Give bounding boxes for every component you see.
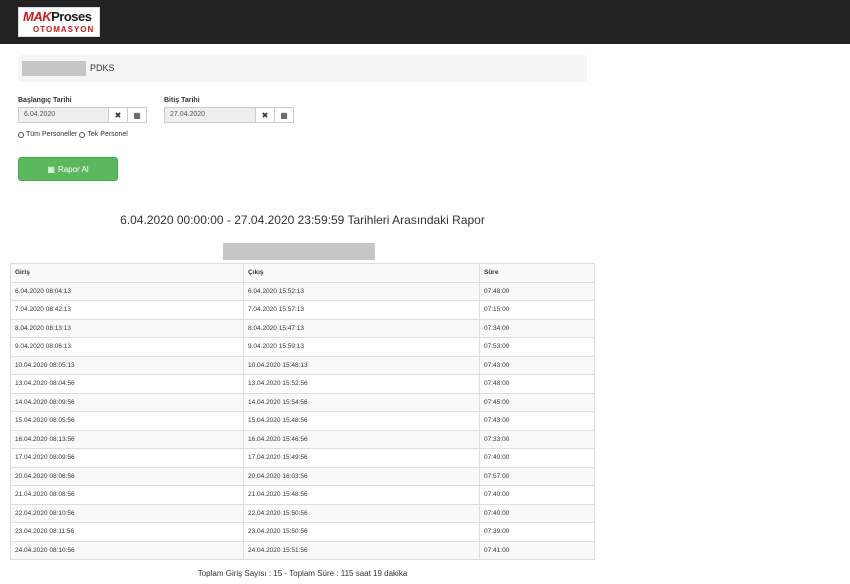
calendar-icon: ▦ (280, 110, 288, 120)
top-navbar: MAKProses OTOMASYON (0, 0, 850, 44)
table-row: 6.04.2020 08:04:13 6.04.2020 15:52:13 07:4… (10, 281, 595, 301)
table-row: 8.04.2020 08:13:13 8.04.2020 15:47:13 07:3… (10, 318, 595, 338)
redacted-breadcrumb-item (22, 61, 86, 76)
entry-cell: 13.04.2020 08:04:56 (10, 374, 244, 394)
duration-cell: 07:40:00 (479, 485, 595, 505)
entry-cell: 16.04.2020 08:13:56 (10, 429, 244, 449)
table-row: 22.04.2020 08:10:56 22.04.2020 15:50:56 07… (10, 503, 595, 523)
exit-cell: 16.04.2020 15:46:56 (243, 429, 480, 449)
breadcrumb-current: PDKS (90, 63, 115, 73)
duration-cell: 07:48:00 (479, 281, 595, 301)
duration-cell: 07:41:00 (479, 540, 595, 560)
start-date-group: 6.04.2020 ✖ ▦ (18, 107, 147, 123)
personnel-filter: Tüm Personeller Tek Personel (18, 131, 128, 138)
company-logo[interactable]: MAKProses OTOMASYON (18, 7, 100, 37)
duration-cell: 07:53:00 (479, 337, 595, 357)
end-date-group: 27.04.2020 ✖ ▦ (164, 107, 294, 123)
table-row: 24.04.2020 08:10:56 24.04.2020 15:51:56 07… (10, 540, 595, 560)
close-icon: ✖ (114, 110, 122, 120)
entry-cell: 21.04.2020 08:08:56 (10, 485, 244, 505)
duration-cell: 07:57:00 (479, 466, 595, 486)
exit-cell: 6.04.2020 15:52:13 (243, 281, 480, 301)
duration-cell: 07:15:00 (479, 300, 595, 320)
duration-cell: 07:34:00 (479, 318, 595, 338)
end-date-input[interactable]: 27.04.2020 (164, 107, 256, 123)
start-date-input[interactable]: 6.04.2020 (18, 107, 109, 123)
exit-cell: 8.04.2020 15:47:13 (243, 318, 480, 338)
table-row: 21.04.2020 08:08:56 21.04.2020 15:48:56 07… (10, 485, 595, 505)
end-date-calendar-button[interactable]: ▦ (275, 107, 294, 123)
duration-cell: 07:40:00 (479, 448, 595, 468)
logo-wordmark: MAKProses (23, 9, 92, 24)
duration-cell: 07:48:00 (479, 374, 595, 394)
table-row: 14.04.2020 08:09:56 14.04.2020 15:54:56 07… (10, 392, 595, 412)
entry-cell: 22.04.2020 08:10:56 (10, 503, 244, 523)
table-row: 16.04.2020 08:13:56 16.04.2020 15:46:56 07… (10, 429, 595, 449)
end-date-label: Bitiş Tarihi (164, 97, 200, 104)
get-report-button[interactable]: ▦ Rapor Al (18, 157, 118, 181)
exit-cell: 7.04.2020 15:57:13 (243, 300, 480, 320)
single-personnel-radio[interactable] (79, 131, 86, 138)
logo-subtitle: OTOMASYON (33, 25, 95, 34)
exit-cell: 10.04.2020 15:48:13 (243, 355, 480, 375)
column-header-entry: Giriş (10, 263, 244, 283)
entry-cell: 6.04.2020 08:04:13 (10, 281, 244, 301)
entry-cell: 10.04.2020 08:05:13 (10, 355, 244, 375)
start-date-calendar-button[interactable]: ▦ (128, 107, 147, 123)
logo-mak-text: MAK (23, 9, 52, 24)
exit-cell: 14.04.2020 15:54:56 (243, 392, 480, 412)
table-row: 23.04.2020 08:11:56 23.04.2020 15:50:56 07… (10, 522, 595, 542)
get-report-label: Rapor Al (57, 164, 89, 174)
table-row: 7.04.2020 08:42:13 7.04.2020 15:57:13 07:1… (10, 300, 595, 320)
all-personnel-label: Tüm Personeller (26, 131, 78, 138)
exit-cell: 22.04.2020 15:50:56 (243, 503, 480, 523)
report-summary: Toplam Giriş Sayısı : 15 - Toplam Süre :… (197, 569, 408, 578)
calendar-icon: ▦ (133, 110, 141, 120)
entry-cell: 15.04.2020 08:05:56 (10, 411, 244, 431)
exit-cell: 24.04.2020 15:51:56 (243, 540, 480, 560)
exit-cell: 9.04.2020 15:59:13 (243, 337, 480, 357)
table-row: 10.04.2020 08:05:13 10.04.2020 15:48:13 07… (10, 355, 595, 375)
exit-cell: 23.04.2020 15:50:56 (243, 522, 480, 542)
exit-cell: 17.04.2020 15:49:56 (243, 448, 480, 468)
exit-cell: 21.04.2020 15:48:56 (243, 485, 480, 505)
table-row: 13.04.2020 08:04:56 13.04.2020 15:52:56 07… (10, 374, 595, 394)
exit-cell: 15.04.2020 15:48:56 (243, 411, 480, 431)
duration-cell: 07:33:00 (479, 429, 595, 449)
duration-cell: 07:43:00 (479, 355, 595, 375)
table-icon: ▦ (47, 164, 55, 174)
column-header-duration: Süre (479, 263, 595, 283)
table-row: 20.04.2020 08:06:56 20.04.2020 16:03:56 07… (10, 466, 595, 486)
exit-cell: 13.04.2020 15:52:56 (243, 374, 480, 394)
redacted-personnel-name (223, 243, 375, 260)
single-personnel-label: Tek Personel (87, 131, 128, 138)
all-personnel-radio[interactable] (18, 131, 24, 138)
entry-cell: 7.04.2020 08:42:13 (10, 300, 244, 320)
entry-cell: 20.04.2020 08:06:56 (10, 466, 244, 486)
duration-cell: 07:45:00 (479, 392, 595, 412)
table-row: 15.04.2020 08:05:56 15.04.2020 15:48:56 07… (10, 411, 595, 431)
table-row: 9.04.2020 08:06:13 9.04.2020 15:59:13 07:5… (10, 337, 595, 357)
entry-cell: 14.04.2020 08:09:56 (10, 392, 244, 412)
exit-cell: 20.04.2020 16:03:56 (243, 466, 480, 486)
breadcrumb: PDKS (18, 55, 587, 82)
start-date-clear-button[interactable]: ✖ (109, 107, 128, 123)
entry-cell: 9.04.2020 08:06:13 (10, 337, 244, 357)
attendance-table: Giriş Çıkış Süre 6.04.2020 08:04:13 6.04.… (10, 263, 595, 560)
duration-cell: 07:39:00 (479, 522, 595, 542)
duration-cell: 07:43:00 (479, 411, 595, 431)
table-header-row: Giriş Çıkış Süre (10, 263, 595, 283)
logo-proses-text: Proses (51, 9, 92, 24)
entry-cell: 23.04.2020 08:11:56 (10, 522, 244, 542)
duration-cell: 07:40:00 (479, 503, 595, 523)
entry-cell: 17.04.2020 08:09:56 (10, 448, 244, 468)
start-date-label: Başlangıç Tarihi (18, 97, 72, 104)
table-row: 17.04.2020 08:09:56 17.04.2020 15:49:56 07… (10, 448, 595, 468)
report-title: 6.04.2020 00:00:00 - 27.04.2020 23:59:59… (120, 213, 485, 227)
entry-cell: 24.04.2020 08:10:56 (10, 540, 244, 560)
close-icon: ✖ (261, 110, 269, 120)
column-header-exit: Çıkış (243, 263, 480, 283)
entry-cell: 8.04.2020 08:13:13 (10, 318, 244, 338)
end-date-clear-button[interactable]: ✖ (256, 107, 275, 123)
